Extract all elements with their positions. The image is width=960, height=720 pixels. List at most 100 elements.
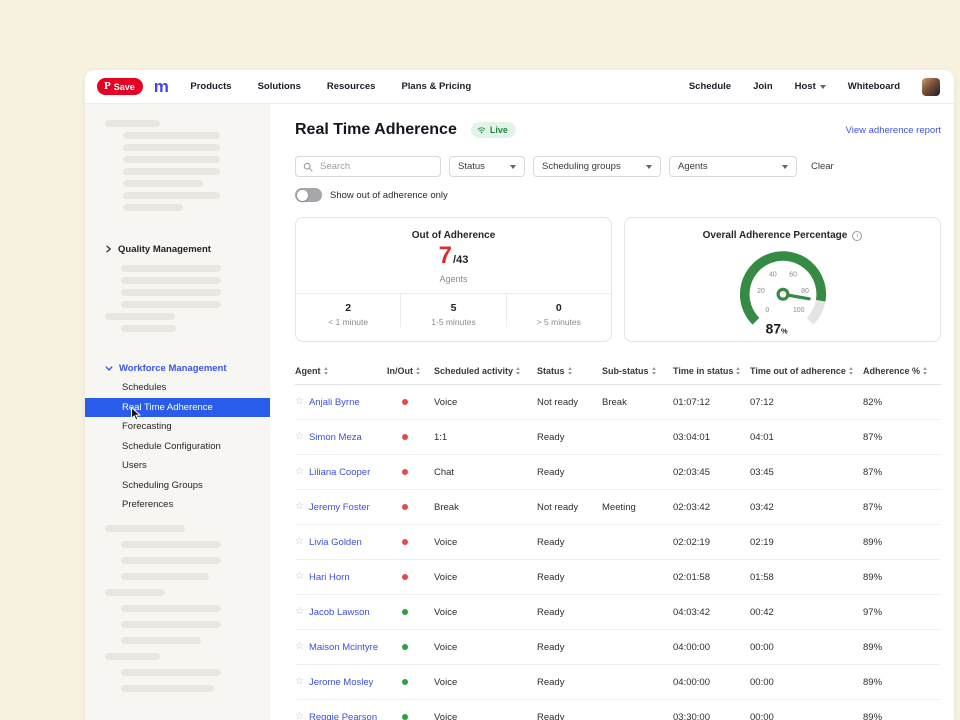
sidebar-section-workforce-management[interactable]: Workforce Management <box>85 358 270 378</box>
adherence-table: AgentIn/OutScheduled activity StatusSub-s… <box>295 358 941 720</box>
out-of-adherence-total: /43 <box>453 254 468 266</box>
table-row: ☆Jerome MosleyVoiceReady04:00:0000:0089% <box>295 665 941 700</box>
column-header-in-out[interactable]: In/Out <box>387 366 434 376</box>
avatar[interactable] <box>922 78 940 96</box>
dropdown-label: Status <box>458 161 485 172</box>
favorite-star-icon[interactable]: ☆ <box>295 677 304 687</box>
scheduling-groups-dropdown[interactable]: Scheduling groups <box>533 156 661 177</box>
skeleton-bar <box>105 589 165 596</box>
search-input[interactable] <box>318 160 433 173</box>
table-row: ☆Jacob LawsonVoiceReady04:03:4200:4297% <box>295 595 941 630</box>
toggle-row: Show out of adherence only <box>295 188 941 202</box>
out-of-adherence-toggle[interactable] <box>295 188 322 202</box>
column-header-scheduled-activity[interactable]: Scheduled activity <box>434 366 537 376</box>
nav-plans-pricing[interactable]: Plans & Pricing <box>401 81 471 92</box>
clear-filters-button[interactable]: Clear <box>811 161 834 172</box>
favorite-star-icon[interactable]: ☆ <box>295 432 304 442</box>
skeleton-bar <box>123 204 183 211</box>
skeleton-bar <box>121 605 221 612</box>
sidebar-item-schedules[interactable]: Schedules <box>85 378 270 398</box>
svg-text:100: 100 <box>792 307 804 314</box>
view-adherence-report-link[interactable]: View adherence report <box>846 125 941 136</box>
column-header-sub-status[interactable]: Sub-status <box>602 366 673 376</box>
agent-name-link[interactable]: Jacob Lawson <box>309 607 370 618</box>
column-header-time-in-status[interactable]: Time in status <box>673 366 750 376</box>
cell-activity: Voice <box>434 712 537 720</box>
filter-bar: Status Scheduling groups Agents Clear <box>295 156 941 177</box>
cell-inout <box>387 712 434 720</box>
nav-products[interactable]: Products <box>190 81 231 92</box>
agent-name-link[interactable]: Simon Meza <box>309 432 362 443</box>
agent-name-link[interactable]: Maison Mcintyre <box>309 642 378 653</box>
column-header-agent[interactable]: Agent <box>295 366 387 376</box>
sidebar-item-schedule-configuration[interactable]: Schedule Configuration <box>85 437 270 457</box>
desktop-background: { "topnav": { "pinterest_save_label": "S… <box>0 0 960 720</box>
skeleton-bar <box>121 557 221 564</box>
favorite-star-icon[interactable]: ☆ <box>295 467 304 477</box>
cell-status: Ready <box>537 467 602 478</box>
agent-name-link[interactable]: Jerome Mosley <box>309 677 373 688</box>
agent-name-link[interactable]: Reggie Pearson <box>309 712 377 720</box>
favorite-star-icon[interactable]: ☆ <box>295 502 304 512</box>
cell-time-in-status: 02:03:45 <box>673 467 750 478</box>
nav-resources[interactable]: Resources <box>327 81 376 92</box>
inout-status-dot <box>402 644 408 650</box>
agents-dropdown[interactable]: Agents <box>669 156 797 177</box>
sidebar-item-users[interactable]: Users <box>85 456 270 476</box>
cell-time-in-status: 02:01:58 <box>673 572 750 583</box>
column-header-time-out-of-adherence[interactable]: Time out of adherence <box>750 366 863 376</box>
favorite-star-icon[interactable]: ☆ <box>295 607 304 617</box>
app-window: P Save m Products Solutions Resources Pl… <box>85 70 954 720</box>
agent-name-link[interactable]: Hari Horn <box>309 572 350 583</box>
agent-name-link[interactable]: Livia Golden <box>309 537 362 548</box>
toggle-label: Show out of adherence only <box>330 190 448 201</box>
favorite-star-icon[interactable]: ☆ <box>295 642 304 652</box>
bucket-value: 0 <box>507 302 611 314</box>
column-header-adherence[interactable]: Adherence % <box>863 366 941 376</box>
column-header-status[interactable]: Status <box>537 366 602 376</box>
nav-schedule[interactable]: Schedule <box>689 81 731 92</box>
info-icon[interactable] <box>852 231 862 241</box>
cell-time-in-status: 04:00:00 <box>673 642 750 653</box>
cell-inout <box>387 537 434 548</box>
agent-name-link[interactable]: Liliana Cooper <box>309 467 370 478</box>
column-label: Scheduled activity <box>434 366 513 376</box>
out-of-adherence-unit: Agents <box>296 274 611 284</box>
nav-join[interactable]: Join <box>753 81 773 92</box>
table-row: ☆Reggie PearsonVoiceReady03:30:0000:0089… <box>295 700 941 720</box>
status-dropdown[interactable]: Status <box>449 156 525 177</box>
table-row: ☆Livia GoldenVoiceReady02:02:1902:1989% <box>295 525 941 560</box>
favorite-star-icon[interactable]: ☆ <box>295 397 304 407</box>
favorite-star-icon[interactable]: ☆ <box>295 537 304 547</box>
skeleton-bar <box>123 180 203 187</box>
sidebar-submenu: SchedulesReal Time Adherence Forecasting S… <box>85 378 270 515</box>
sidebar-item-real-time-adherence[interactable]: Real Time Adherence <box>85 398 270 418</box>
agent-name-link[interactable]: Jeremy Foster <box>309 502 370 513</box>
miro-logo[interactable]: m <box>154 78 169 95</box>
cell-time-out-of-adherence: 00:42 <box>750 607 863 618</box>
sidebar-section-quality-management[interactable]: Quality Management <box>85 239 270 259</box>
cell-agent: ☆ Jerome Mosley <box>295 677 387 688</box>
table-row: ☆Jeremy FosterBreakNot readyMeeting02:03… <box>295 490 941 525</box>
nav-solutions[interactable]: Solutions <box>258 81 301 92</box>
skeleton-bar <box>121 621 221 628</box>
column-label: Adherence % <box>863 366 920 376</box>
chevron-down-icon <box>105 365 113 372</box>
skeleton-bar <box>105 120 160 127</box>
favorite-star-icon[interactable]: ☆ <box>295 712 304 720</box>
sidebar-item-label: Forecasting <box>122 421 172 432</box>
cell-activity: Voice <box>434 607 537 618</box>
cell-time-out-of-adherence: 01:58 <box>750 572 863 583</box>
pinterest-save-button[interactable]: P Save <box>97 78 143 95</box>
skeleton-bar <box>121 277 221 284</box>
cell-adherence: 87% <box>863 467 941 478</box>
agent-name-link[interactable]: Anjali Byrne <box>309 397 360 408</box>
favorite-star-icon[interactable]: ☆ <box>295 572 304 582</box>
nav-host[interactable]: Host <box>795 81 826 92</box>
out-of-adherence-title: Out of Adherence <box>296 230 611 241</box>
search-box[interactable] <box>295 156 441 177</box>
sidebar-item-forecasting[interactable]: Forecasting <box>85 417 270 437</box>
nav-whiteboard[interactable]: Whiteboard <box>848 81 900 92</box>
sidebar-item-scheduling-groups[interactable]: Scheduling Groups <box>85 476 270 496</box>
sidebar-item-preferences[interactable]: Preferences <box>85 495 270 515</box>
